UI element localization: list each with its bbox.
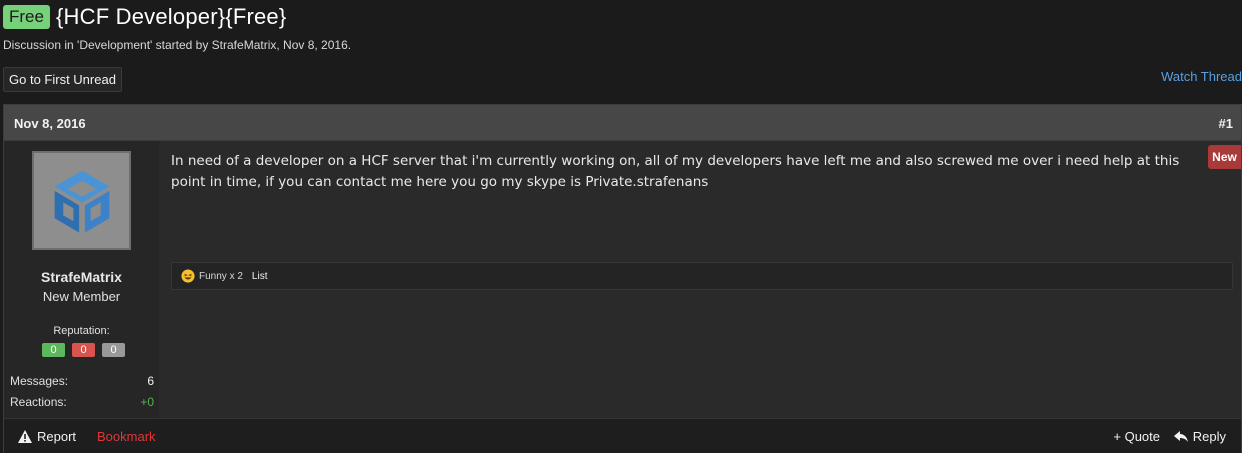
messages-label: Messages:: [10, 374, 69, 388]
post-permalink-number[interactable]: #1: [1219, 116, 1233, 131]
new-post-badge: New: [1208, 145, 1241, 169]
reputation-label: Reputation:: [53, 325, 110, 337]
bookmark-button[interactable]: Bookmark: [97, 429, 156, 444]
user-avatar[interactable]: [32, 151, 131, 250]
laughing-face-icon: [181, 269, 195, 283]
post-footer: Report Bookmark + Quote Reply: [4, 418, 1241, 453]
warning-icon: [18, 430, 32, 443]
messages-value[interactable]: 6: [147, 374, 154, 388]
post-header: Nov 8, 2016 #1: [4, 105, 1241, 141]
reaction-list-link[interactable]: List: [252, 271, 268, 282]
thread-title: {HCF Developer}{Free}: [55, 4, 287, 29]
thread-title-row: Free {HCF Developer}{Free}: [3, 3, 286, 31]
username-link[interactable]: StrafeMatrix: [4, 269, 159, 285]
reputation-negative-badge: 0: [72, 343, 95, 357]
post-date[interactable]: Nov 8, 2016: [14, 116, 86, 131]
reactions-bar: Funny x 2 List: [171, 262, 1233, 290]
reaction-summary[interactable]: Funny x 2: [199, 271, 243, 282]
quote-button[interactable]: + Quote: [1113, 429, 1160, 444]
post-body: In need of a developer on a HCF server t…: [171, 153, 1180, 190]
reactions-stat: Reactions: +0: [10, 395, 154, 409]
reply-arrow-icon: [1173, 431, 1188, 442]
user-info-column: StrafeMatrix New Member Reputation: 0 0 …: [4, 141, 159, 418]
reactions-value: +0: [140, 395, 154, 409]
go-to-first-unread-button[interactable]: Go to First Unread: [3, 67, 122, 92]
reputation-positive-badge: 0: [42, 343, 65, 357]
reply-label: Reply: [1192, 429, 1226, 444]
blue-cube-avatar-icon: [54, 170, 109, 233]
post-container: Nov 8, 2016 #1 StrafeMatrix New Member R…: [3, 104, 1242, 453]
messages-stat: Messages: 6: [10, 374, 154, 388]
watch-thread-link[interactable]: Watch Thread: [1161, 69, 1242, 84]
user-title: New Member: [42, 289, 121, 304]
reactions-label: Reactions:: [10, 395, 67, 409]
reputation-badges: 0 0 0: [42, 343, 125, 357]
reply-button[interactable]: Reply: [1173, 429, 1226, 444]
thread-meta: Discussion in 'Development' started by S…: [3, 38, 352, 52]
report-label: Report: [37, 429, 77, 444]
thread-prefix-badge[interactable]: Free: [3, 5, 50, 29]
reputation-neutral-badge: 0: [102, 343, 125, 357]
report-button[interactable]: Report: [18, 429, 76, 444]
